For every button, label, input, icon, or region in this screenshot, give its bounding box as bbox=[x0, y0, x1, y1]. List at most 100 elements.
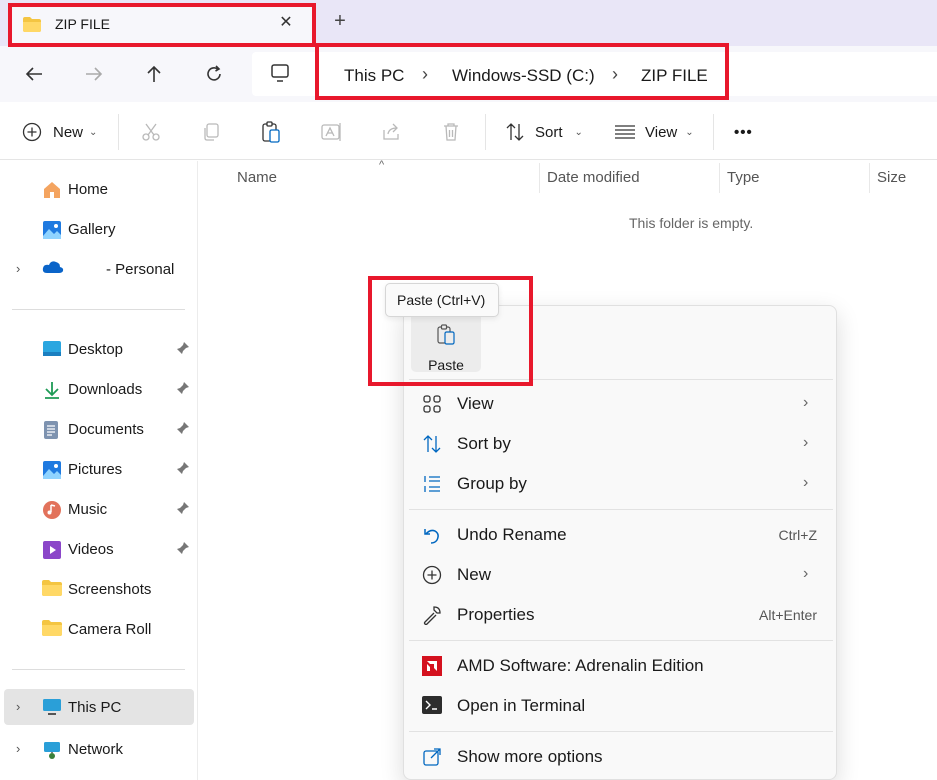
menu-item-open-in-terminal[interactable]: Open in Terminal bbox=[409, 687, 833, 725]
paste-label: Paste bbox=[428, 357, 464, 373]
cut-icon[interactable] bbox=[141, 119, 161, 145]
download-icon bbox=[42, 380, 62, 400]
divider bbox=[12, 309, 185, 310]
pin-icon[interactable] bbox=[176, 461, 190, 479]
gallery-icon bbox=[42, 220, 62, 240]
forward-arrow-icon[interactable] bbox=[80, 60, 108, 88]
sidebar-item-gallery[interactable]: Gallery bbox=[0, 211, 196, 247]
column-divider[interactable] bbox=[869, 163, 870, 193]
close-tab-icon[interactable]: ✕ bbox=[275, 12, 297, 34]
menu-item-sort-by[interactable]: Sort by › bbox=[409, 425, 833, 463]
chevron-right-icon: › bbox=[803, 565, 809, 582]
menu-item-show-more-options[interactable]: Show more options bbox=[409, 738, 833, 776]
show-more-options-icon bbox=[422, 747, 444, 769]
menu-item-undo-rename[interactable]: Undo Rename Ctrl+Z bbox=[409, 516, 833, 554]
plus-circle-icon bbox=[22, 122, 42, 142]
share-icon[interactable] bbox=[381, 119, 401, 145]
paste-icon bbox=[436, 324, 456, 351]
divider bbox=[118, 114, 119, 150]
sidebar-item-videos[interactable]: Videos bbox=[0, 531, 196, 567]
pin-icon[interactable] bbox=[176, 381, 190, 399]
refresh-icon[interactable] bbox=[200, 60, 228, 88]
sidebar-item-desktop[interactable]: Desktop bbox=[0, 331, 196, 367]
sort-icon bbox=[506, 123, 524, 141]
folder-icon bbox=[42, 620, 62, 640]
folder-icon bbox=[42, 580, 62, 600]
sidebar-item-music[interactable]: Music bbox=[0, 491, 196, 527]
menu-item-group-by[interactable]: Group by › bbox=[409, 465, 833, 503]
breadcrumb-this-pc[interactable]: This PC bbox=[344, 66, 404, 86]
sidebar-item-pictures[interactable]: Pictures bbox=[0, 451, 196, 487]
sort-icon bbox=[422, 434, 444, 456]
sidebar-item-documents[interactable]: Documents bbox=[0, 411, 196, 447]
amd-logo-icon bbox=[422, 656, 444, 678]
column-header-name[interactable]: Name bbox=[237, 169, 277, 186]
pin-icon[interactable] bbox=[176, 421, 190, 439]
group-by-icon bbox=[422, 474, 444, 496]
sidebar-item-camera-roll[interactable]: Camera Roll bbox=[0, 611, 196, 647]
sort-up-icon: ^ bbox=[379, 159, 385, 171]
breadcrumb-separator: › bbox=[612, 64, 618, 84]
command-bar: New ⌄ Sort ⌄ View ⌄ ••• bbox=[0, 102, 937, 160]
desktop-icon bbox=[42, 340, 62, 360]
pin-icon[interactable] bbox=[176, 501, 190, 519]
column-header-type[interactable]: Type bbox=[727, 169, 760, 186]
sort-label: Sort bbox=[535, 123, 563, 141]
tab-title: ZIP FILE bbox=[55, 16, 110, 32]
pin-icon[interactable] bbox=[176, 341, 190, 359]
chevron-right-icon: › bbox=[803, 474, 809, 491]
more-options-icon[interactable]: ••• bbox=[734, 119, 753, 145]
chevron-right-icon: › bbox=[16, 261, 21, 276]
breadcrumb-separator: › bbox=[422, 64, 428, 84]
sort-button[interactable]: Sort ⌄ bbox=[505, 119, 583, 145]
chevron-right-icon: › bbox=[16, 699, 21, 714]
view-button[interactable]: View ⌄ bbox=[614, 119, 694, 145]
menu-item-amd-software[interactable]: AMD Software: Adrenalin Edition bbox=[409, 647, 833, 685]
up-arrow-icon[interactable] bbox=[140, 60, 168, 88]
sidebar-item-downloads[interactable]: Downloads bbox=[0, 371, 196, 407]
cloud-icon bbox=[42, 260, 64, 280]
network-icon bbox=[42, 740, 62, 760]
this-pc-icon bbox=[42, 698, 62, 718]
column-header-date-modified[interactable]: Date modified bbox=[547, 169, 640, 186]
sidebar-item-network[interactable]: › Network bbox=[0, 731, 196, 767]
navigation-bar: This PC › Windows-SSD (C:) › ZIP FILE bbox=[0, 46, 937, 102]
breadcrumb-windows-ssd[interactable]: Windows-SSD (C:) bbox=[452, 66, 595, 86]
terminal-icon bbox=[422, 696, 444, 718]
monitor-icon bbox=[270, 63, 290, 88]
new-button[interactable]: New ⌄ bbox=[22, 119, 97, 145]
paste-icon[interactable] bbox=[261, 119, 281, 145]
chevron-down-icon: ⌄ bbox=[89, 126, 98, 138]
undo-icon bbox=[422, 525, 444, 547]
menu-item-properties[interactable]: Properties Alt+Enter bbox=[409, 596, 833, 634]
copy-icon[interactable] bbox=[201, 119, 221, 145]
column-header-size[interactable]: Size bbox=[877, 169, 906, 186]
back-arrow-icon[interactable] bbox=[20, 60, 48, 88]
rename-icon[interactable] bbox=[321, 119, 343, 145]
navigation-pane: Home Gallery › - Personal Desktop Downlo… bbox=[0, 161, 198, 780]
column-divider[interactable] bbox=[719, 163, 720, 193]
sidebar-item-screenshots[interactable]: Screenshots bbox=[0, 571, 196, 607]
paste-button[interactable]: Paste bbox=[411, 312, 481, 373]
sidebar-item-this-pc[interactable]: › This PC bbox=[4, 689, 194, 725]
sidebar-item-onedrive[interactable]: › - Personal bbox=[0, 251, 196, 287]
new-tab-button[interactable]: + bbox=[328, 10, 352, 34]
chevron-right-icon: › bbox=[803, 394, 809, 411]
chevron-down-icon: ⌄ bbox=[685, 126, 694, 138]
divider bbox=[409, 509, 833, 510]
shortcut-ctrl-z: Ctrl+Z bbox=[778, 527, 818, 543]
menu-item-view[interactable]: View › bbox=[409, 385, 833, 423]
tab-zip-file[interactable]: ZIP FILE ✕ bbox=[8, 3, 314, 46]
divider bbox=[409, 731, 833, 732]
wrench-icon bbox=[422, 605, 444, 627]
menu-item-new[interactable]: New › bbox=[409, 556, 833, 594]
column-divider[interactable] bbox=[539, 163, 540, 193]
sidebar-item-home[interactable]: Home bbox=[0, 171, 196, 207]
home-icon bbox=[42, 180, 62, 200]
divider bbox=[12, 669, 185, 670]
divider bbox=[409, 640, 833, 641]
pin-icon[interactable] bbox=[176, 541, 190, 559]
address-bar[interactable]: This PC › Windows-SSD (C:) › ZIP FILE bbox=[252, 52, 937, 96]
delete-icon[interactable] bbox=[441, 119, 461, 145]
breadcrumb-zip-file[interactable]: ZIP FILE bbox=[641, 66, 708, 86]
